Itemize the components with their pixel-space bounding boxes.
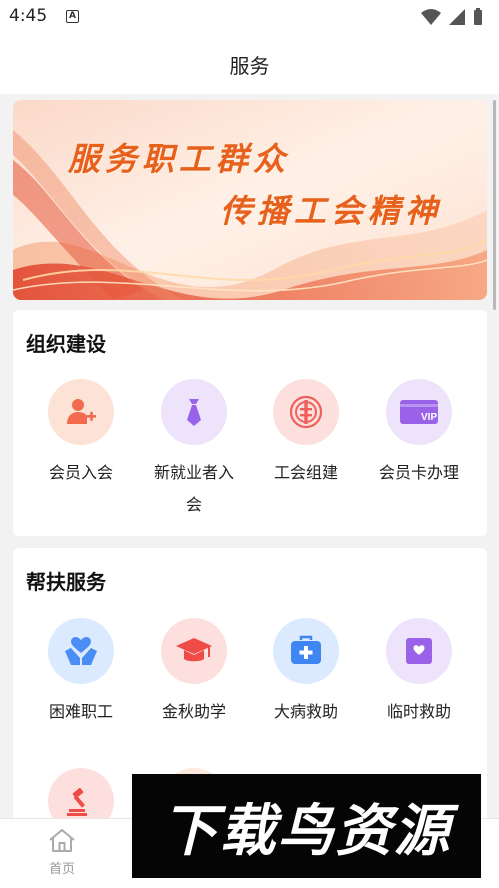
app-bar: 服务 <box>0 34 499 94</box>
service-serious-illness-aid[interactable]: 大病救助 <box>250 618 362 728</box>
banner-slogan-2: 传播工会精神 <box>220 192 443 230</box>
service-autumn-scholarship[interactable]: 金秋助学 <box>138 618 250 728</box>
notification-a-icon: A <box>66 10 79 23</box>
service-label: 会员卡办理 <box>378 463 459 482</box>
service-label: 困难职工 <box>48 702 113 721</box>
service-label: 新就业者入会 <box>153 463 234 514</box>
nav-home-tab[interactable]: 首页 <box>33 827 91 877</box>
page-title: 服务 <box>229 54 270 78</box>
heart-box-icon <box>386 618 452 684</box>
service-label: 会员入会 <box>48 463 113 482</box>
service-label: 工会组建 <box>273 463 338 482</box>
section-title: 组织建设 <box>26 332 106 356</box>
signal-icon <box>449 9 465 25</box>
section-organization: 组织建设 会员入会 新就业者入会 工会组建 VIP 会员卡办理 <box>13 310 487 536</box>
service-new-employment-join[interactable]: 新就业者入会 <box>138 379 250 521</box>
union-emblem-icon <box>273 379 339 445</box>
graduation-cap-icon <box>161 618 227 684</box>
vip-card-icon: VIP <box>386 379 452 445</box>
service-label: 大病救助 <box>273 702 338 721</box>
person-add-icon <box>48 379 114 445</box>
home-icon <box>49 829 75 852</box>
service-union-establish[interactable]: 工会组建 <box>250 379 362 489</box>
battery-icon <box>474 10 482 25</box>
service-label: 临时救助 <box>386 702 451 721</box>
service-label: 金秋助学 <box>161 702 226 721</box>
service-member-card[interactable]: VIP 会员卡办理 <box>363 379 475 489</box>
scrollbar[interactable] <box>493 100 496 310</box>
status-bar: 4:45 A <box>0 0 499 34</box>
service-difficult-workers[interactable]: 困难职工 <box>25 618 137 728</box>
wifi-icon <box>421 9 441 25</box>
watermark-text: 下载鸟资源 <box>161 798 452 864</box>
promo-banner[interactable]: 服务职工群众 传播工会精神 <box>13 100 487 300</box>
service-member-join[interactable]: 会员入会 <box>25 379 137 489</box>
status-time: 4:45 <box>9 6 48 26</box>
watermark-logo: 下载鸟资源 <box>132 774 481 878</box>
nav-home-label: 首页 <box>48 862 75 877</box>
service-temporary-aid[interactable]: 临时救助 <box>363 618 475 728</box>
section-title: 帮扶服务 <box>26 570 106 594</box>
medical-kit-icon <box>273 618 339 684</box>
necktie-icon <box>161 379 227 445</box>
vip-card-text: VIP <box>421 412 437 423</box>
status-icons <box>421 8 482 25</box>
banner-slogan-1: 服务职工群众 <box>68 140 291 178</box>
heart-hands-icon <box>48 618 114 684</box>
